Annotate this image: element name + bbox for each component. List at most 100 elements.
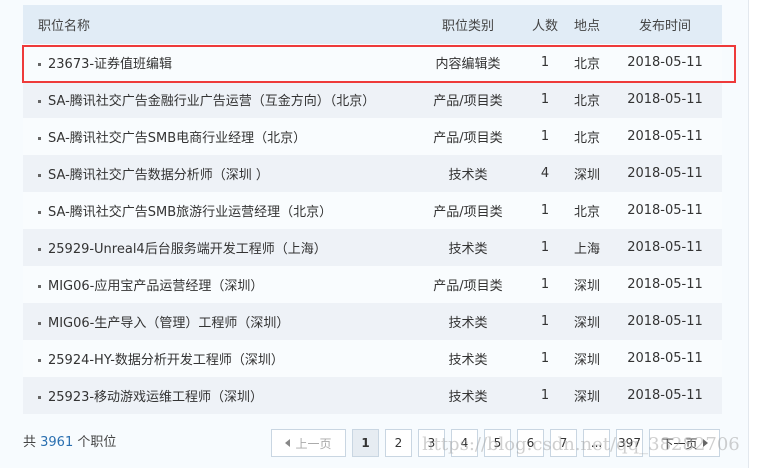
bullet-icon xyxy=(38,359,41,362)
table-row[interactable]: SA-腾讯社交广告数据分析师（深圳 ） 技术类 4 深圳 2018-05-11 xyxy=(23,155,722,192)
prev-page-button[interactable]: 上一页 xyxy=(271,429,346,457)
page-button[interactable]: 4 xyxy=(451,429,478,457)
job-location: 深圳 xyxy=(573,316,600,331)
job-name[interactable]: SA-腾讯社交广告SMB旅游行业运营经理（北京） xyxy=(48,205,332,220)
job-name[interactable]: MIG06-生产导入（管理）工程师（深圳） xyxy=(48,316,289,331)
job-name-link[interactable]: 23673-证券值班编辑 xyxy=(38,53,172,72)
bullet-icon xyxy=(38,63,41,66)
job-date: 2018-05-11 xyxy=(627,277,703,292)
job-name[interactable]: SA-腾讯社交广告SMB电商行业经理（北京） xyxy=(48,131,306,146)
table-row[interactable]: SA-腾讯社交广告金融行业广告运营（互金方向）（北京） 产品/项目类 1 北京 … xyxy=(23,81,722,118)
job-name[interactable]: 23673-证券值班编辑 xyxy=(48,57,172,72)
page-button[interactable]: 7 xyxy=(550,429,577,457)
total-count: 共 3961 个职位 xyxy=(23,431,116,450)
job-count: 1 xyxy=(540,277,550,292)
table-row[interactable]: 23673-证券值班编辑 内容编辑类 1 北京 2018-05-11 xyxy=(23,44,722,81)
job-name-link[interactable]: MIG06-应用宝产品运营经理（深圳） xyxy=(38,275,263,294)
job-category: 技术类 xyxy=(448,168,488,183)
job-name-link[interactable]: MIG06-生产导入（管理）工程师（深圳） xyxy=(38,312,289,331)
table-row[interactable]: MIG06-应用宝产品运营经理（深圳） 产品/项目类 1 深圳 2018-05-… xyxy=(23,266,722,303)
job-category: 内容编辑类 xyxy=(435,57,501,72)
job-count: 1 xyxy=(540,55,550,70)
job-count: 1 xyxy=(540,314,550,329)
table-row[interactable]: SA-腾讯社交广告SMB旅游行业运营经理（北京） 产品/项目类 1 北京 201… xyxy=(23,192,722,229)
job-location: 北京 xyxy=(573,205,600,220)
job-count: 1 xyxy=(540,92,550,107)
header-count: 人数 xyxy=(531,19,558,34)
job-name-link[interactable]: 25929-Unreal4后台服务端开发工程师（上海） xyxy=(38,238,327,257)
scrollbar[interactable] xyxy=(748,0,763,468)
job-date: 2018-05-11 xyxy=(627,314,703,329)
job-name-link[interactable]: 25924-HY-数据分析开发工程师（深圳） xyxy=(38,349,284,368)
page-button[interactable]: 6 xyxy=(517,429,544,457)
job-category: 产品/项目类 xyxy=(433,131,503,146)
bullet-icon xyxy=(38,285,41,288)
job-category: 技术类 xyxy=(448,316,488,331)
job-category: 产品/项目类 xyxy=(433,205,503,220)
job-category: 产品/项目类 xyxy=(433,279,503,294)
bullet-icon xyxy=(38,322,41,325)
job-location: 深圳 xyxy=(573,353,600,368)
page-button[interactable]: 397 xyxy=(616,429,643,457)
header-category: 职位类别 xyxy=(441,19,494,34)
job-name-link[interactable]: SA-腾讯社交广告SMB旅游行业运营经理（北京） xyxy=(38,201,332,220)
job-count: 4 xyxy=(540,166,550,181)
job-location: 深圳 xyxy=(573,279,600,294)
header-name: 职位名称 xyxy=(38,19,91,34)
job-date: 2018-05-11 xyxy=(627,166,703,181)
job-name-link[interactable]: 25923-移动游戏运维工程师（深圳） xyxy=(38,386,263,405)
job-date: 2018-05-11 xyxy=(627,203,703,218)
bullet-icon xyxy=(38,396,41,399)
job-name[interactable]: SA-腾讯社交广告数据分析师（深圳 ） xyxy=(48,168,269,183)
job-name-link[interactable]: SA-腾讯社交广告数据分析师（深圳 ） xyxy=(38,164,269,183)
caret-left-icon xyxy=(285,439,291,447)
job-date: 2018-05-11 xyxy=(627,55,703,70)
header-date: 发布时间 xyxy=(638,19,691,34)
prev-label: 上一页 xyxy=(295,436,332,451)
page-button[interactable]: 3 xyxy=(418,429,445,457)
job-category: 产品/项目类 xyxy=(433,94,503,109)
page-button[interactable]: 1 xyxy=(352,429,379,457)
bullet-icon xyxy=(38,100,41,103)
page-button[interactable]: 5 xyxy=(484,429,511,457)
job-name[interactable]: MIG06-应用宝产品运营经理（深圳） xyxy=(48,279,263,294)
job-location: 深圳 xyxy=(573,168,600,183)
table-row[interactable]: 25929-Unreal4后台服务端开发工程师（上海） 技术类 1 上海 201… xyxy=(23,229,722,266)
next-label: 下一页 xyxy=(661,436,698,451)
table-row[interactable]: 25923-移动游戏运维工程师（深圳） 技术类 1 深圳 2018-05-11 xyxy=(23,377,722,414)
job-location: 北京 xyxy=(573,57,600,72)
job-name-link[interactable]: SA-腾讯社交广告金融行业广告运营（互金方向）（北京） xyxy=(38,90,375,109)
job-location: 深圳 xyxy=(573,390,600,405)
job-count: 1 xyxy=(540,240,550,255)
pagination: 上一页 1 2 3 4 5 6 7... 397 下一页 xyxy=(271,429,720,457)
bullet-icon xyxy=(38,137,41,140)
total-suffix: 个职位 xyxy=(73,435,117,450)
caret-right-icon xyxy=(702,439,708,447)
job-count: 1 xyxy=(540,388,550,403)
job-location: 上海 xyxy=(573,242,600,257)
job-name[interactable]: 25924-HY-数据分析开发工程师（深圳） xyxy=(48,353,284,368)
job-date: 2018-05-11 xyxy=(627,240,703,255)
job-name-link[interactable]: SA-腾讯社交广告SMB电商行业经理（北京） xyxy=(38,127,306,146)
job-count: 1 xyxy=(540,129,550,144)
job-location: 北京 xyxy=(573,94,600,109)
job-name[interactable]: 25923-移动游戏运维工程师（深圳） xyxy=(48,390,263,405)
job-location: 北京 xyxy=(573,131,600,146)
table-row[interactable]: SA-腾讯社交广告SMB电商行业经理（北京） 产品/项目类 1 北京 2018-… xyxy=(23,118,722,155)
bullet-icon xyxy=(38,174,41,177)
job-date: 2018-05-11 xyxy=(627,92,703,107)
page-button[interactable]: ... xyxy=(583,429,610,457)
table-header: 职位名称 职位类别 人数 地点 发布时间 xyxy=(23,5,722,44)
table-row[interactable]: 25924-HY-数据分析开发工程师（深圳） 技术类 1 深圳 2018-05-… xyxy=(23,340,722,377)
job-count: 1 xyxy=(540,351,550,366)
page-button[interactable]: 2 xyxy=(385,429,412,457)
total-number: 3961 xyxy=(40,435,74,450)
job-name[interactable]: SA-腾讯社交广告金融行业广告运营（互金方向）（北京） xyxy=(48,94,375,109)
job-date: 2018-05-11 xyxy=(627,351,703,366)
job-category: 技术类 xyxy=(448,353,488,368)
table-row[interactable]: MIG06-生产导入（管理）工程师（深圳） 技术类 1 深圳 2018-05-1… xyxy=(23,303,722,340)
next-page-button[interactable]: 下一页 xyxy=(649,429,720,457)
job-date: 2018-05-11 xyxy=(627,388,703,403)
job-name[interactable]: 25929-Unreal4后台服务端开发工程师（上海） xyxy=(48,242,327,257)
bullet-icon xyxy=(38,211,41,214)
